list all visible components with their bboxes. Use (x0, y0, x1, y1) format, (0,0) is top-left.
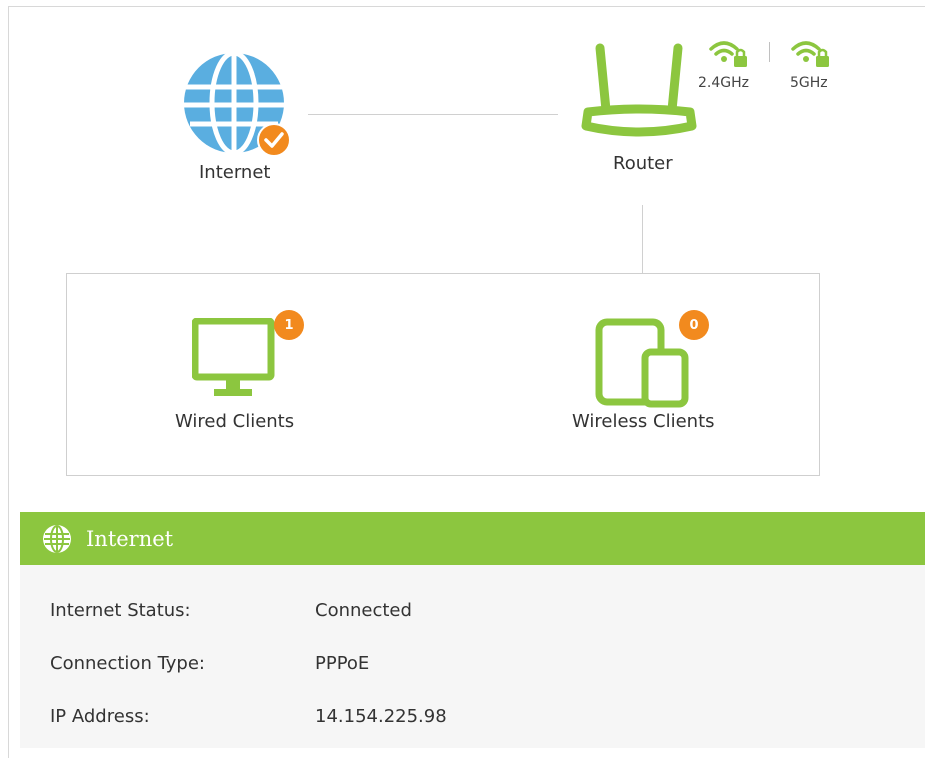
router-icon (581, 43, 697, 137)
wired-clients-node[interactable]: 1 Wired Clients (170, 310, 320, 440)
wireless-clients-label: Wireless Clients (572, 411, 715, 432)
wired-count-badge: 1 (274, 310, 304, 340)
check-icon (257, 123, 291, 157)
internet-label: Internet (199, 162, 271, 183)
wireless-clients-node[interactable]: 0 Wireless Clients (565, 310, 740, 440)
info-key: IP Address: (50, 706, 150, 727)
info-value: Connected (315, 600, 412, 621)
internet-section-header[interactable]: Internet (20, 512, 925, 565)
internet-section-title: Internet (86, 526, 174, 551)
wifi-lock-icon (709, 41, 747, 67)
info-key: Connection Type: (50, 653, 205, 674)
internet-info-panel: Internet Status: Connected Connection Ty… (20, 565, 925, 748)
router-label: Router (613, 153, 673, 174)
connector-internet-router (308, 114, 558, 115)
wired-clients-label: Wired Clients (175, 411, 295, 432)
info-value: 14.154.225.98 (315, 706, 447, 727)
wifi-lock-icon (791, 41, 829, 67)
band-24ghz-label: 2.4GHz (698, 75, 749, 91)
monitor-icon (192, 318, 275, 396)
wireless-count-badge: 0 (679, 310, 709, 340)
band-5ghz-label: 5GHz (790, 75, 828, 91)
connector-router-clients (642, 205, 643, 273)
devices-icon (595, 318, 689, 408)
info-value: PPPoE (315, 653, 370, 674)
router-node[interactable]: Router (578, 40, 698, 180)
internet-node[interactable]: Internet (180, 50, 295, 185)
globe-icon (43, 524, 71, 553)
info-key: Internet Status: (50, 600, 191, 621)
band-divider (769, 42, 770, 62)
